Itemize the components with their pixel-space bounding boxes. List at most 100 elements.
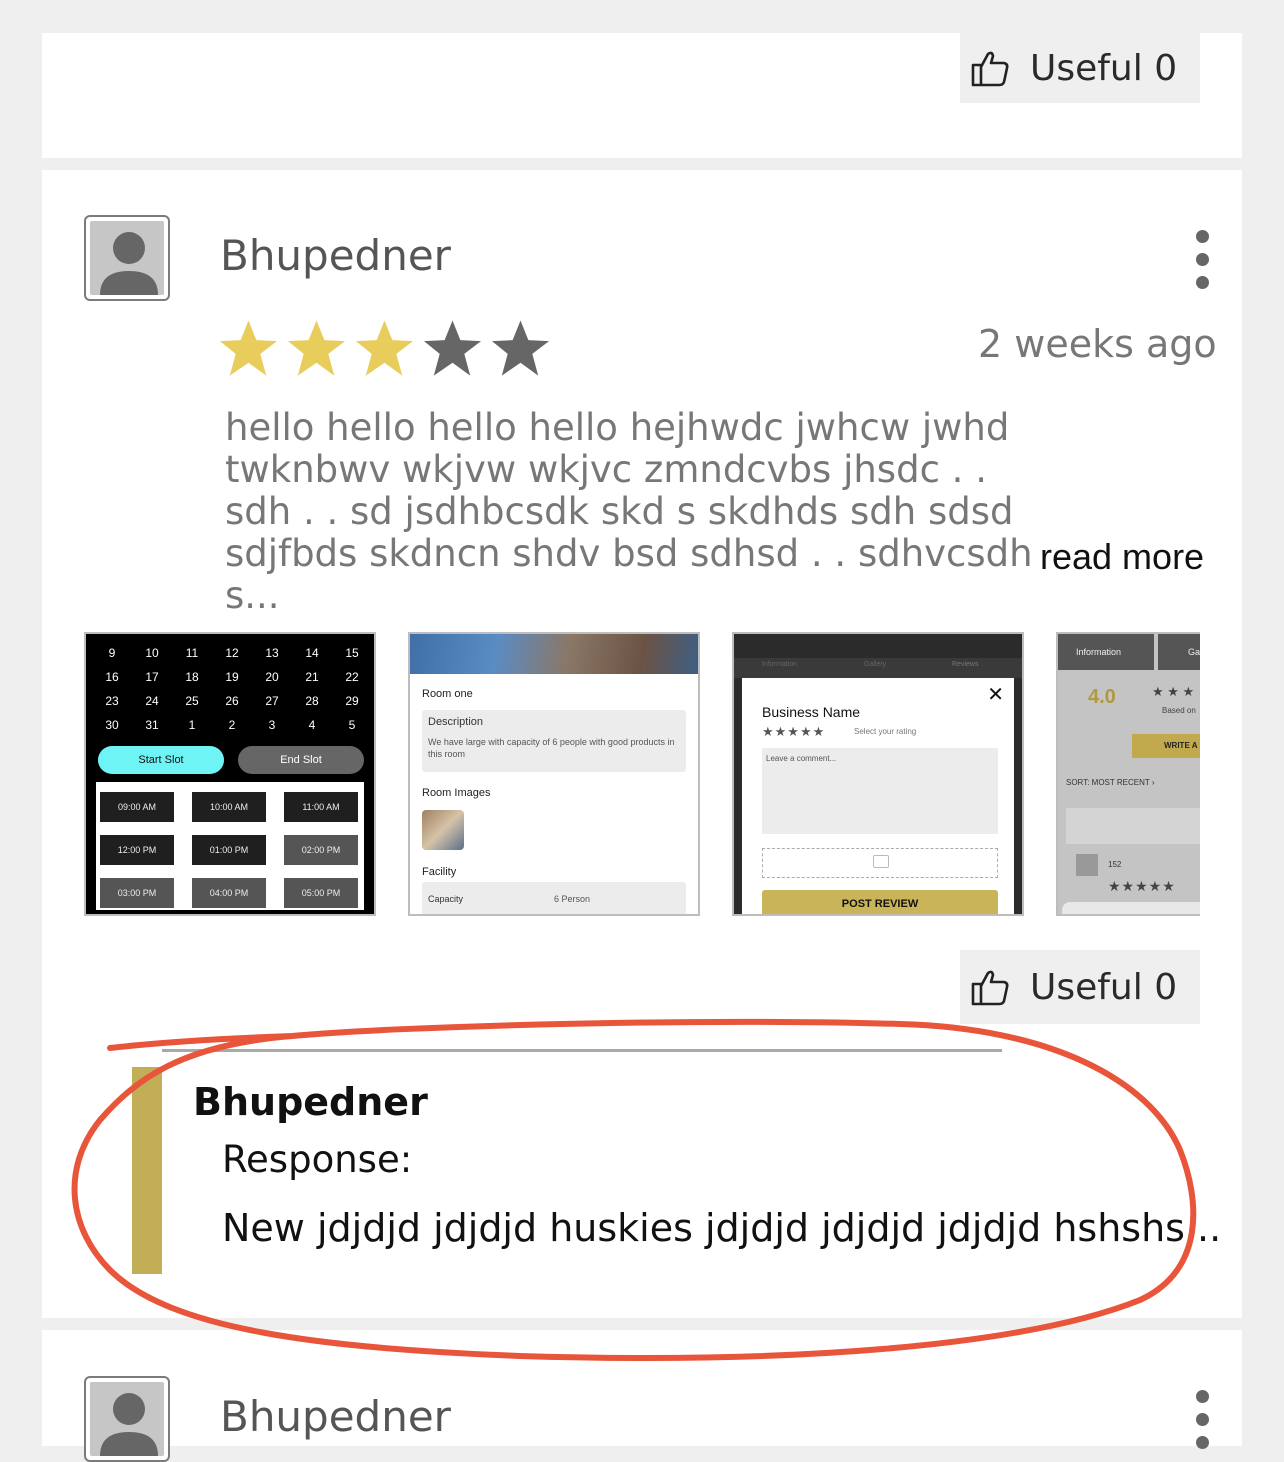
more-options-icon[interactable] [1196,1390,1210,1459]
time-slot: 02:00 PM [284,835,358,865]
person-icon [100,1393,158,1456]
business-name: Business Name [762,704,861,720]
read-more-link[interactable]: read more [1040,536,1204,578]
review-text: hello hello hello hello hejhwdc jwhcw jw… [225,407,1035,617]
tab-reviews: Reviews [952,661,979,668]
person-icon [100,232,158,295]
calendar-day: 22 [345,670,359,684]
avatar [1076,854,1098,876]
time-slot: 04:00 PM [192,878,266,908]
review-date: 2 weeks ago [978,322,1217,366]
response-label: Response: [222,1138,413,1181]
star-empty-icon [423,320,482,376]
tab-information: Information [1076,647,1122,657]
calendar-day: 27 [265,694,279,708]
useful-button[interactable]: Useful 0 [960,950,1200,1024]
comment-placeholder: Leave a comment... [766,754,837,763]
calendar-day: 1 [188,718,196,732]
room-photo [410,634,698,674]
calendar-day: 13 [265,646,279,660]
review-count: 152 [1108,860,1122,869]
calendar-day: 18 [185,670,199,684]
calendar-day: 5 [348,718,356,732]
sort-label: SORT: [1066,778,1090,787]
capacity-label: Capacity [428,894,464,904]
calendar-day: 10 [145,646,159,660]
rating-stars: ★★★★★ [762,724,826,739]
response-text: New jdjdjd jdjdjd huskies jdjdjd jdjdjd … [222,1206,1222,1250]
review-image-thumbnail[interactable]: Information Ga 4.0 ★ ★ ★ Based on WRITE … [1056,632,1200,916]
average-score: 4.0 [1088,686,1116,708]
review-text-line: sdjfbds skdncn shdv bsd sdhsd . . sdhvcs… [225,532,1033,617]
calendar-day: 16 [105,670,119,684]
rating-stars: ★ ★ ★ [1152,684,1195,699]
review-author: Bhupedner [220,231,451,280]
description-text: We have large with capacity of 6 people … [428,737,675,759]
review-image-thumbnail[interactable]: 9 10 11 12 13 14 15 16 17 18 19 20 21 22 23 24 25 26 27 28 2… [84,632,376,916]
calendar-day: 21 [305,670,319,684]
time-slot: 09:00 AM [100,792,174,822]
useful-label: Useful 0 [1030,47,1178,89]
previous-review-card: Useful 0 [42,33,1242,158]
star-empty-icon [491,320,550,376]
time-slot: 01:00 PM [192,835,266,865]
photo-upload-area [762,848,998,878]
review-author: Bhupedner [220,1392,451,1441]
avatar [84,215,170,301]
camera-icon [873,855,889,868]
calendar-day: 20 [265,670,279,684]
thumbs-up-icon [970,48,1010,88]
calendar-day: 30 [105,718,119,732]
close-icon: ✕ [987,684,1004,706]
time-slot: 05:00 PM [284,878,358,908]
star-filled-icon [355,320,414,376]
calendar-day: 28 [305,694,319,708]
response-accent-bar [132,1067,162,1274]
capacity-value: 6 Person [554,894,591,904]
star-filled-icon [219,320,278,376]
tab-gallery: Gallery [864,661,887,668]
review-modal: Business Name ✕ ★★★★★ Select your rating… [742,678,1014,914]
based-on-label: Based on [1162,706,1196,715]
response-divider [162,1049,1002,1052]
post-review-button: POST REVIEW [762,890,998,914]
calendar-day: 31 [145,718,159,732]
star-rating [218,318,558,380]
thumbs-up-icon [970,967,1010,1007]
description-label: Description [428,716,484,728]
calendar-day: 4 [308,718,316,732]
review-text-line: sdh . . sd jsdhbcsdk skd s skdhds sdh sd… [225,490,1014,533]
useful-label: Useful 0 [1030,966,1178,1008]
time-slot: 10:00 AM [192,792,266,822]
calendar-day: 11 [185,646,199,660]
avatar [84,1376,170,1462]
calendar-day: 2 [228,718,236,732]
rating-stars: ★★★★★ [1108,878,1176,894]
star-filled-icon [287,320,346,376]
time-slot: 03:00 PM [100,878,174,908]
tab-information: Information [762,661,798,668]
select-rating-label: Select your rating [854,727,917,736]
more-options-icon[interactable] [1196,230,1210,299]
response-author: Bhupedner [193,1080,428,1124]
description-box: Description We have large with capacity … [422,710,686,772]
sort-control: SORT: MOST RECENT › [1066,778,1155,787]
review-text-line: hello hello hello hello hejhwdc jwhcw jw… [225,406,1010,449]
review-image-thumbnail[interactable]: Information Gallery Reviews Business Nam… [732,632,1024,916]
calendar-day: 12 [225,646,239,660]
review-image-thumbnail[interactable]: Room one Description We have large with … [408,632,700,916]
calendar-day: 23 [105,694,119,708]
calendar-day: 9 [108,646,116,660]
facility-label: Facility [422,866,457,878]
calendar-days: 9 10 11 12 13 14 15 16 17 18 19 20 21 22 23 24 25 26 27 28 2… [92,644,372,734]
time-slot: 11:00 AM [284,792,358,822]
useful-button[interactable]: Useful 0 [960,33,1200,103]
calendar-day: 15 [345,646,359,660]
calendar-day: 17 [145,670,159,684]
time-slot: 12:00 PM [100,835,174,865]
calendar-day: 19 [225,670,239,684]
sort-value: MOST RECENT [1091,778,1150,787]
calendar-day: 26 [225,694,239,708]
room-title: Room one [422,688,473,700]
calendar-day: 14 [305,646,319,660]
